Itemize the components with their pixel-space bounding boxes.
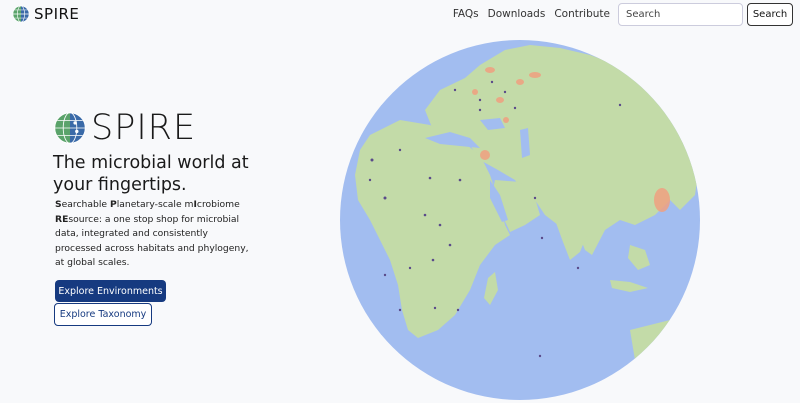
hero-logo: SPIRE: [53, 108, 196, 148]
nav-links: FAQs Downloads Contribute: [453, 8, 610, 20]
world-globe[interactable]: [330, 20, 730, 403]
hero-title: The microbial world at your fingertips.: [53, 153, 249, 195]
explore-environments-button[interactable]: Explore Environments: [55, 280, 166, 302]
desc-part-2: lanetary-scale m: [116, 199, 194, 210]
brand-logo[interactable]: SPIRE: [12, 5, 79, 23]
hero-description: Searchable Planetary-scale mIcrobiome REs…: [55, 198, 255, 271]
hero-logo-text: SPIRE: [91, 108, 197, 148]
desc-part-4: source: a one stop shop for microbial da…: [55, 213, 249, 269]
acronym-s: S: [55, 199, 62, 210]
acronym-re: RE: [55, 213, 69, 225]
desc-part-3: crobiome: [196, 199, 240, 210]
brand-name: SPIRE: [34, 5, 80, 23]
desc-part-1: earchable: [61, 199, 110, 210]
acronym-p: P: [109, 199, 117, 210]
spire-globe-icon: [54, 112, 86, 144]
spire-globe-icon: [12, 5, 30, 23]
nav-link-downloads[interactable]: Downloads: [488, 8, 546, 20]
explore-taxonomy-button[interactable]: Explore Taxonomy: [54, 303, 152, 326]
search-button[interactable]: Search: [747, 3, 793, 26]
page: SPIRE FAQs Downloads Contribute Search S…: [0, 0, 800, 403]
nav-link-faqs[interactable]: FAQs: [453, 8, 479, 20]
nav-link-contribute[interactable]: Contribute: [554, 8, 610, 20]
